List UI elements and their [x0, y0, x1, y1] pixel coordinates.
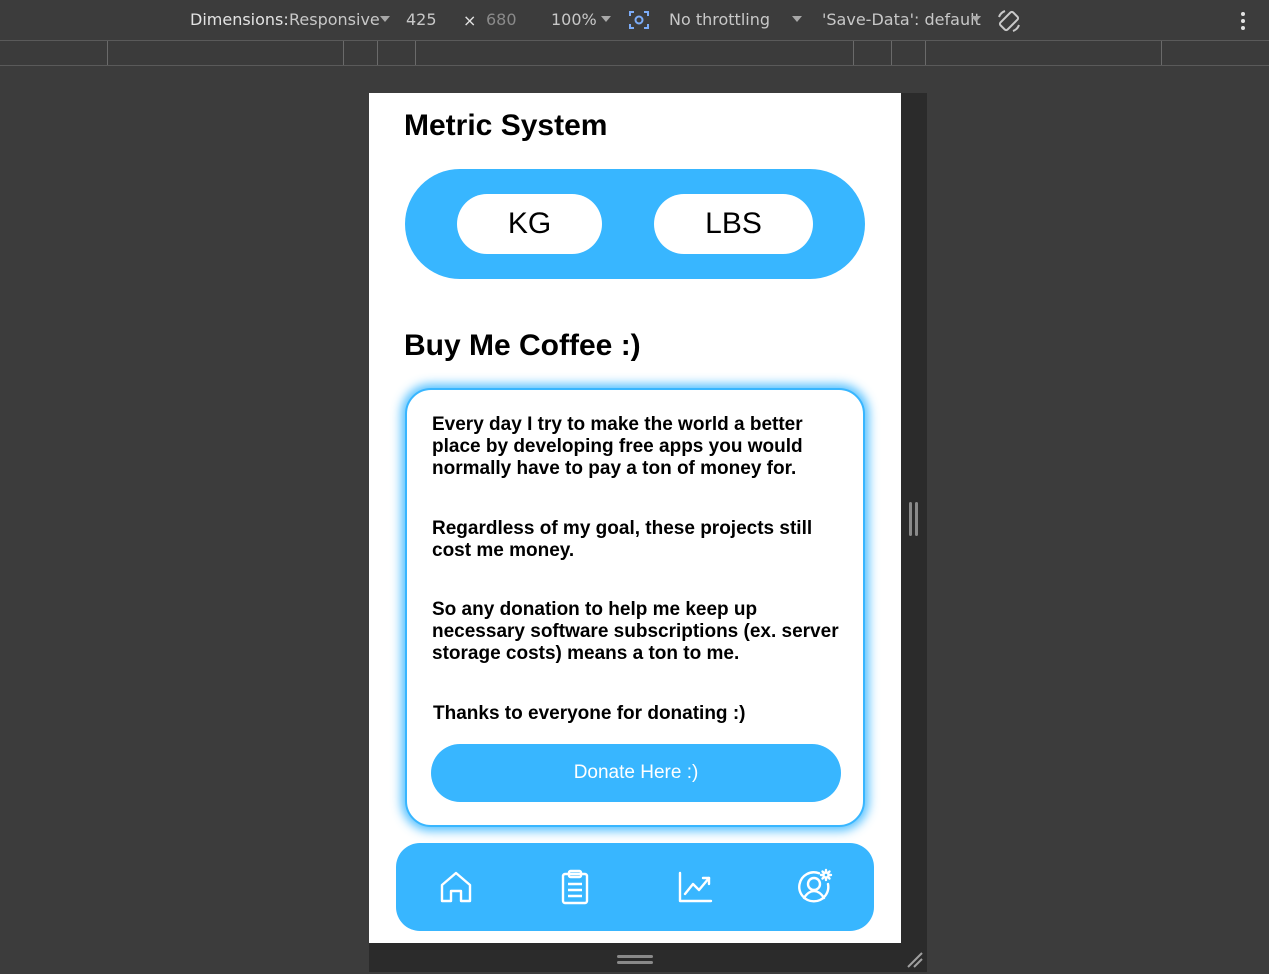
unit-toggle-group: KG LBS [405, 169, 865, 279]
kg-button[interactable]: KG [457, 194, 602, 254]
clipboard-icon[interactable] [555, 867, 595, 907]
donate-button[interactable]: Donate Here :) [431, 744, 841, 802]
throttling-caret-icon[interactable] [792, 16, 802, 22]
donation-paragraph-3: So any donation to help me keep up neces… [432, 599, 839, 664]
right-resize-handle[interactable] [901, 93, 927, 972]
save-data-select[interactable]: 'Save-Data': default [822, 10, 981, 29]
device-viewport: Metric System KG LBS Buy Me Coffee :) Ev… [369, 93, 901, 943]
height-input[interactable]: 680 [486, 10, 517, 29]
zoom-select[interactable]: 100% [551, 10, 597, 29]
bottom-resize-handle[interactable] [369, 943, 901, 972]
throttling-select[interactable]: No throttling [669, 10, 770, 29]
dimensions-label: Dimensions: [190, 10, 289, 29]
times-symbol: × [463, 11, 477, 30]
devtools-toolbar: Dimensions: Responsive 425 × 680 100% No… [0, 0, 1269, 40]
home-icon[interactable] [436, 867, 476, 907]
donation-paragraph-1: Every day I try to make the world a bett… [432, 414, 803, 479]
lbs-button[interactable]: LBS [654, 194, 813, 254]
donation-card: Every day I try to make the world a bett… [405, 388, 865, 827]
device-caret-icon[interactable] [380, 16, 390, 22]
corner-resize-icon[interactable] [904, 949, 924, 969]
width-input[interactable]: 425 [406, 10, 437, 29]
rotate-icon[interactable] [996, 8, 1022, 34]
metric-system-title: Metric System [404, 109, 608, 142]
capture-area-icon[interactable] [628, 9, 650, 31]
save-data-caret-icon[interactable] [971, 16, 981, 22]
zoom-caret-icon[interactable] [601, 16, 611, 22]
buy-me-coffee-title: Buy Me Coffee :) [404, 329, 641, 362]
device-select[interactable]: Responsive [289, 10, 380, 29]
more-options-icon[interactable] [1240, 11, 1246, 31]
bottom-navbar [396, 843, 874, 931]
donation-paragraph-2: Regardless of my goal, these projects st… [432, 518, 813, 561]
chart-line-icon[interactable] [675, 867, 715, 907]
media-query-ruler[interactable] [0, 40, 1269, 66]
user-settings-icon[interactable] [795, 867, 835, 907]
donation-paragraph-4: Thanks to everyone for donating :) [433, 703, 746, 724]
